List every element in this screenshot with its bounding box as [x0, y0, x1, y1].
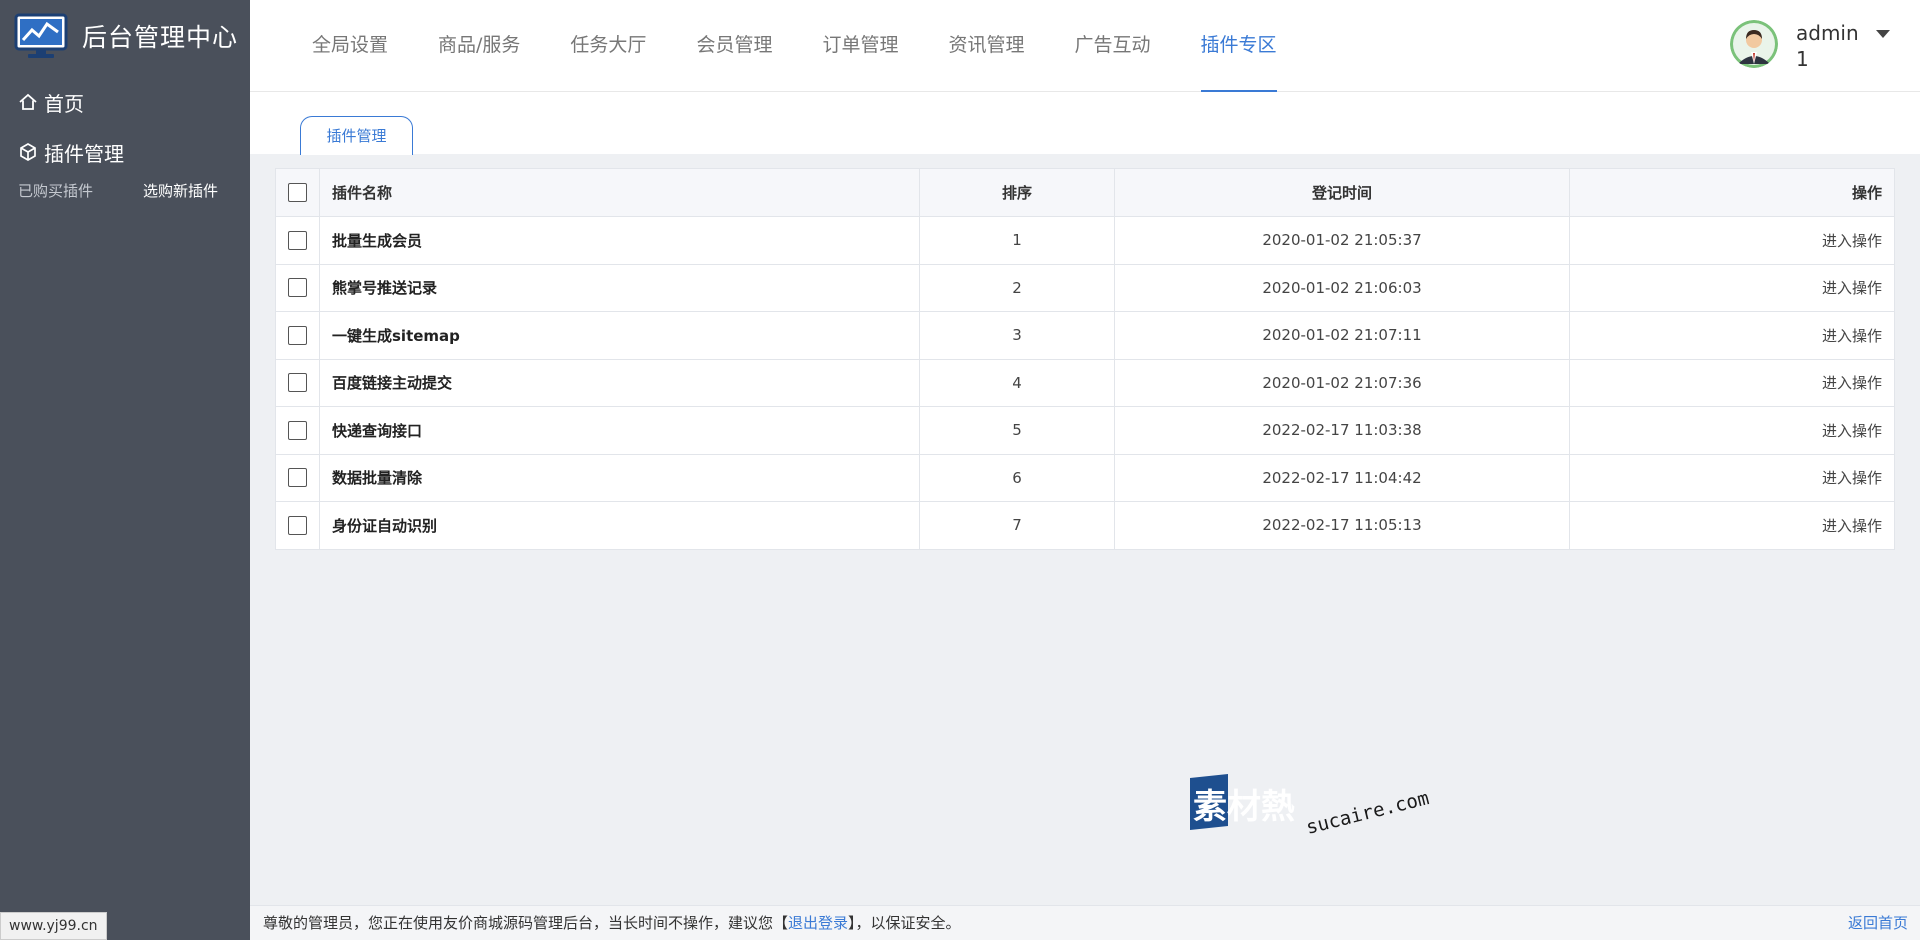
watermark-logo: 素材熱 sucaire.com — [1190, 774, 1431, 839]
enter-operation-link[interactable]: 进入操作 — [1569, 216, 1895, 265]
sidebar: 后台管理中心 首页 插件管理 已购买插件 选购新插件 — [0, 0, 250, 940]
row-checkbox-cell — [275, 216, 320, 265]
row-checkbox[interactable] — [288, 515, 307, 535]
table-row: 快递查询接口 5 2022-02-17 11:03:38 进入操作 — [275, 406, 1895, 455]
sidebar-subitem-buy-new[interactable]: 选购新插件 — [143, 180, 218, 201]
table-row: 批量生成会员 1 2020-01-02 21:05:37 进入操作 — [275, 216, 1895, 265]
tab-plugin-management[interactable]: 插件管理 — [300, 116, 413, 155]
row-checkbox-cell — [275, 311, 320, 360]
table-row: 熊掌号推送记录 2 2020-01-02 21:06:03 进入操作 — [275, 263, 1895, 312]
plugin-sort: 2 — [919, 263, 1115, 312]
plugin-time: 2020-01-02 21:07:11 — [1114, 311, 1570, 360]
plugin-time: 2020-01-02 21:06:03 — [1114, 263, 1570, 312]
header-sort: 排序 — [919, 168, 1115, 217]
site-url-tag: www.yj99.cn — [0, 912, 107, 940]
enter-operation-link[interactable]: 进入操作 — [1569, 311, 1895, 360]
sidebar-item-plugins[interactable]: 插件管理 — [0, 130, 250, 174]
brand[interactable]: 后台管理中心 — [0, 0, 250, 72]
top-header: 全局设置 商品/服务 任务大厅 会员管理 订单管理 资讯管理 广告互动 插件专区… — [250, 0, 1920, 92]
row-checkbox[interactable] — [288, 325, 307, 345]
monitor-chart-icon — [14, 13, 68, 58]
row-checkbox[interactable] — [288, 468, 307, 488]
enter-operation-link[interactable]: 进入操作 — [1569, 358, 1895, 407]
row-checkbox[interactable] — [288, 420, 307, 440]
topnav-item-plugins[interactable]: 插件专区 — [1200, 0, 1277, 92]
row-checkbox[interactable] — [288, 278, 307, 298]
tab-strip: 插件管理 — [250, 92, 1920, 155]
header-register-time: 登记时间 — [1114, 168, 1570, 217]
table-row: 身份证自动识别 7 2022-02-17 11:05:13 进入操作 — [275, 501, 1895, 550]
plugin-name: 批量生成会员 — [319, 216, 920, 265]
sidebar-item-home[interactable]: 首页 — [0, 80, 250, 124]
plugin-time: 2022-02-17 11:05:13 — [1114, 501, 1570, 550]
topnav-item-global-settings[interactable]: 全局设置 — [312, 0, 388, 92]
plugin-time: 2022-02-17 11:03:38 — [1114, 406, 1570, 455]
avatar — [1730, 20, 1778, 68]
plugin-sort: 1 — [919, 216, 1115, 265]
user-name[interactable]: admin 1 — [1796, 20, 1876, 72]
plugin-sort: 4 — [919, 358, 1115, 407]
sidebar-item-home-label: 首页 — [44, 91, 84, 116]
header-operation: 操作 — [1569, 168, 1895, 217]
row-checkbox-cell — [275, 406, 320, 455]
plugin-name: 熊掌号推送记录 — [319, 263, 920, 312]
plugin-name: 百度链接主动提交 — [319, 358, 920, 407]
footer-notice-before: 尊敬的管理员，您正在使用友价商城源码管理后台，当长时间不操作，建议您【 — [263, 914, 789, 932]
plugin-name: 数据批量清除 — [319, 453, 920, 502]
chevron-down-icon[interactable] — [1876, 30, 1890, 38]
logout-link[interactable]: 退出登录 — [788, 914, 848, 932]
enter-operation-link[interactable]: 进入操作 — [1569, 263, 1895, 312]
topnav-item-ads[interactable]: 广告互动 — [1074, 0, 1150, 92]
footer: 尊敬的管理员，您正在使用友价商城源码管理后台，当长时间不操作，建议您【退出登录】… — [250, 905, 1920, 940]
enter-operation-link[interactable]: 进入操作 — [1569, 453, 1895, 502]
header-checkbox-cell — [275, 168, 320, 217]
sidebar-subnav: 已购买插件 选购新插件 — [0, 174, 250, 201]
sidebar-item-plugins-label: 插件管理 — [44, 141, 124, 166]
row-checkbox-cell — [275, 263, 320, 312]
row-checkbox[interactable] — [288, 230, 307, 250]
top-nav: 全局设置 商品/服务 任务大厅 会员管理 订单管理 资讯管理 广告互动 插件专区 — [312, 0, 1327, 92]
row-checkbox-cell — [275, 358, 320, 407]
row-checkbox[interactable] — [288, 373, 307, 393]
table-row: 数据批量清除 6 2022-02-17 11:04:42 进入操作 — [275, 453, 1895, 502]
table-row: 一键生成sitemap 3 2020-01-02 21:07:11 进入操作 — [275, 311, 1895, 360]
row-checkbox-cell — [275, 453, 320, 502]
topnav-item-task-hall[interactable]: 任务大厅 — [570, 0, 646, 92]
plugin-time: 2020-01-02 21:05:37 — [1114, 216, 1570, 265]
select-all-checkbox[interactable] — [288, 183, 307, 202]
topnav-item-orders[interactable]: 订单管理 — [822, 0, 898, 92]
watermark-cn-text: 素材熱 — [1193, 787, 1295, 827]
row-checkbox-cell — [275, 501, 320, 550]
topnav-item-products[interactable]: 商品/服务 — [438, 0, 520, 92]
home-icon — [19, 93, 37, 110]
brand-title: 后台管理中心 — [82, 23, 239, 52]
topnav-item-members[interactable]: 会员管理 — [696, 0, 772, 92]
table-row: 百度链接主动提交 4 2020-01-02 21:07:36 进入操作 — [275, 358, 1895, 407]
plugin-name: 快递查询接口 — [319, 406, 920, 455]
plugin-sort: 6 — [919, 453, 1115, 502]
plugin-name: 身份证自动识别 — [319, 501, 920, 550]
plugin-name: 一键生成sitemap — [319, 311, 920, 360]
back-home-link[interactable]: 返回首页 — [1848, 906, 1908, 940]
table-header-row: 插件名称 排序 登记时间 操作 — [275, 168, 1895, 217]
cube-icon — [20, 143, 36, 161]
plugin-sort: 7 — [919, 501, 1115, 550]
user-menu[interactable]: admin 1 — [1730, 20, 1890, 72]
enter-operation-link[interactable]: 进入操作 — [1569, 406, 1895, 455]
plugin-table: 插件名称 排序 登记时间 操作 批量生成会员 1 2020-01-02 21:0… — [275, 168, 1895, 550]
enter-operation-link[interactable]: 进入操作 — [1569, 501, 1895, 550]
plugin-time: 2020-01-02 21:07:36 — [1114, 358, 1570, 407]
plugin-sort: 3 — [919, 311, 1115, 360]
footer-notice-after: 】，以保证安全。 — [848, 914, 961, 932]
plugin-table-container: 插件名称 排序 登记时间 操作 批量生成会员 1 2020-01-02 21:0… — [275, 168, 1895, 550]
plugin-sort: 5 — [919, 406, 1115, 455]
sidebar-subitem-purchased[interactable]: 已购买插件 — [18, 180, 93, 201]
header-plugin-name: 插件名称 — [319, 168, 920, 217]
watermark-en-text: sucaire.com — [1304, 787, 1431, 839]
topnav-item-news[interactable]: 资讯管理 — [948, 0, 1024, 92]
plugin-time: 2022-02-17 11:04:42 — [1114, 453, 1570, 502]
